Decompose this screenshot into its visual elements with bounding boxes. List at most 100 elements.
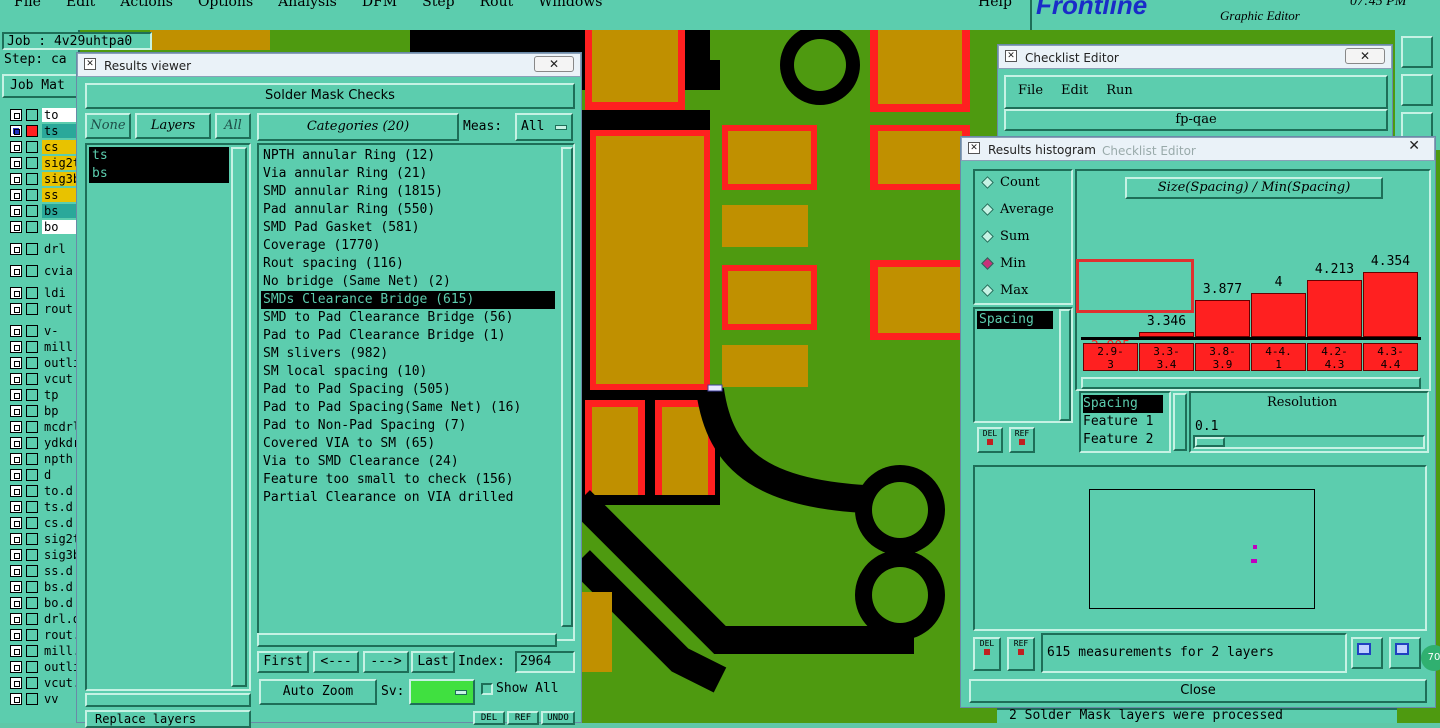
layer-row[interactable]: outli xyxy=(4,356,76,370)
category-item[interactable]: Via to SMD Clearance (24) xyxy=(261,453,573,471)
layer-row[interactable]: mcdrl xyxy=(4,420,76,434)
menu-item-actions[interactable]: Actions xyxy=(120,0,173,10)
category-item[interactable]: Via annular Ring (21) xyxy=(261,165,573,183)
layer-checkbox[interactable] xyxy=(10,109,22,121)
menu-item-rout[interactable]: Rout xyxy=(480,0,514,10)
menu-item-analysis[interactable]: Analysis xyxy=(278,0,337,10)
layer-row[interactable]: ss.d xyxy=(4,564,76,578)
menu-item-windows[interactable]: Windows xyxy=(538,0,602,10)
layer-checkbox[interactable] xyxy=(10,421,22,433)
layer-row[interactable]: sig2t xyxy=(4,532,76,546)
prev-button[interactable]: <--- xyxy=(313,651,359,673)
sv-select[interactable] xyxy=(409,679,475,705)
layer-row[interactable]: bo.d xyxy=(4,596,76,610)
histogram-hscrollbar[interactable] xyxy=(1081,377,1421,389)
hist-del-button[interactable]: DEL xyxy=(977,427,1003,453)
tool-button-grid-icon[interactable] xyxy=(1401,36,1433,68)
layer-result-item[interactable]: ts xyxy=(89,147,229,165)
histogram-bar[interactable] xyxy=(1251,293,1306,337)
help-menu[interactable]: Help xyxy=(978,0,1012,10)
layer-checkbox[interactable] xyxy=(10,565,22,577)
category-item[interactable]: Pad annular Ring (550) xyxy=(261,201,573,219)
layer-row[interactable]: to xyxy=(4,108,76,122)
menu-item-file[interactable]: File xyxy=(14,0,41,10)
option-sum[interactable]: Sum xyxy=(981,229,1030,244)
resolution-slider[interactable] xyxy=(1193,435,1425,449)
job-matrix-button[interactable]: Job Mat xyxy=(2,74,78,98)
histogram-close-button[interactable]: Close xyxy=(969,679,1427,703)
layer-row[interactable]: ts xyxy=(4,124,76,138)
categories-scrollbar[interactable] xyxy=(561,147,573,627)
category-item[interactable]: SMD to Pad Clearance Bridge (56) xyxy=(261,309,573,327)
layer-checkbox[interactable] xyxy=(10,501,22,513)
histogram-bar[interactable] xyxy=(1307,280,1362,337)
category-item[interactable]: SMD Pad Gasket (581) xyxy=(261,219,573,237)
layer-checkbox[interactable] xyxy=(10,265,22,277)
category-item[interactable]: Covered VIA to SM (65) xyxy=(261,435,573,453)
preview-del-button[interactable]: DEL xyxy=(973,637,1001,671)
category-item[interactable]: SM local spacing (10) xyxy=(261,363,573,381)
layer-checkbox[interactable] xyxy=(10,189,22,201)
layers-button[interactable]: Layers xyxy=(135,113,211,139)
meas-select[interactable]: All xyxy=(515,113,573,141)
layer-row[interactable]: sig3b xyxy=(4,548,76,562)
layer-row[interactable]: mill. xyxy=(4,644,76,658)
last-button[interactable]: Last xyxy=(411,651,455,673)
layer-checkbox[interactable] xyxy=(10,613,22,625)
layer-checkbox[interactable] xyxy=(10,549,22,561)
layer-checkbox[interactable] xyxy=(10,173,22,185)
option-max[interactable]: Max xyxy=(981,283,1028,298)
category-item[interactable]: Rout spacing (116) xyxy=(261,255,573,273)
checklist-menu-file[interactable]: File xyxy=(1018,83,1043,98)
layer-checkbox[interactable] xyxy=(10,661,22,673)
layer-checkbox[interactable] xyxy=(10,221,22,233)
layer-checkbox[interactable] xyxy=(10,453,22,465)
tool-button-route-icon[interactable] xyxy=(1401,74,1433,106)
category-item[interactable]: Pad to Non-Pad Spacing (7) xyxy=(261,417,573,435)
menu-item-options[interactable]: Options xyxy=(198,0,253,10)
layer-list-scrollbar[interactable] xyxy=(231,147,247,687)
layer-row[interactable]: bo xyxy=(4,220,76,234)
layer-checkbox[interactable] xyxy=(10,157,22,169)
layer-row[interactable]: mill xyxy=(4,340,76,354)
zoom-select-icon[interactable] xyxy=(1351,637,1383,669)
layer-checkbox[interactable] xyxy=(10,581,22,593)
sort-list[interactable]: Spacing Feature 1 Feature 2 xyxy=(1079,391,1171,453)
histogram-bar[interactable] xyxy=(1363,272,1418,337)
layer-row[interactable]: ydkdr xyxy=(4,436,76,450)
attribute-list[interactable]: Spacing xyxy=(973,307,1073,423)
layer-checkbox[interactable] xyxy=(10,205,22,217)
layer-row[interactable]: cvia xyxy=(4,264,76,278)
layer-row[interactable]: drl xyxy=(4,242,76,256)
layer-row[interactable]: d xyxy=(4,468,76,482)
menu-item-step[interactable]: Step xyxy=(422,0,454,10)
layer-row[interactable]: ldi xyxy=(4,286,76,300)
attribute-scrollbar[interactable] xyxy=(1059,309,1071,421)
layer-row[interactable]: outli xyxy=(4,660,76,674)
layer-row[interactable]: vv xyxy=(4,692,76,706)
layer-checkbox[interactable] xyxy=(10,677,22,689)
categories-hscrollbar[interactable] xyxy=(257,633,557,647)
layer-row[interactable]: drl.d xyxy=(4,612,76,626)
close-icon[interactable]: ✕ xyxy=(534,56,574,72)
layer-checkbox[interactable] xyxy=(10,373,22,385)
all-button[interactable]: All xyxy=(215,113,251,139)
next-button[interactable]: ---> xyxy=(363,651,409,673)
layer-checkbox[interactable] xyxy=(10,597,22,609)
layer-row[interactable]: bs.d xyxy=(4,580,76,594)
layer-row[interactable]: bs xyxy=(4,204,76,218)
hist-ref-button[interactable]: REF xyxy=(1009,427,1035,453)
category-item[interactable]: Feature too small to check (156) xyxy=(261,471,573,489)
attribute-item[interactable]: Spacing xyxy=(977,311,1053,329)
layer-checkbox[interactable] xyxy=(10,693,22,705)
layer-checkbox[interactable] xyxy=(10,485,22,497)
category-item[interactable]: Coverage (1770) xyxy=(261,237,573,255)
layer-row[interactable]: rout. xyxy=(4,628,76,642)
category-item[interactable]: Pad to Pad Spacing (505) xyxy=(261,381,573,399)
layer-row[interactable]: v-cut xyxy=(4,324,76,338)
layer-checkbox[interactable] xyxy=(10,303,22,315)
auto-zoom-button[interactable]: Auto Zoom xyxy=(259,679,377,705)
sort-scrollbar[interactable] xyxy=(1173,393,1187,451)
layer-checkbox[interactable] xyxy=(10,517,22,529)
show-all-checkbox[interactable] xyxy=(481,683,493,695)
